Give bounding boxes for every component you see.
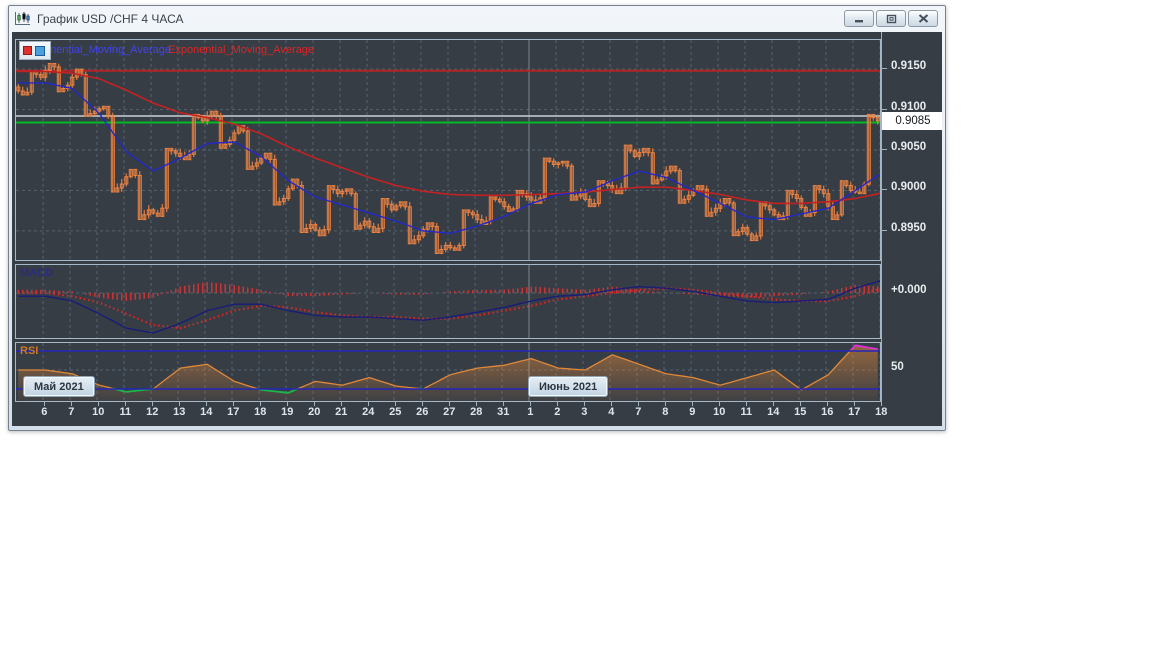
x-axis-label: 26 xyxy=(416,406,429,418)
x-axis-label: 17 xyxy=(848,406,861,418)
x-axis-label: 9 xyxy=(689,406,696,418)
x-axis-label: 21 xyxy=(335,406,348,418)
x-axis-label: 10 xyxy=(713,406,726,418)
price-axis-line xyxy=(881,32,882,403)
rsi-canvas[interactable] xyxy=(15,342,881,402)
x-axis-label: 12 xyxy=(146,406,159,418)
x-axis-label: 11 xyxy=(119,406,132,418)
x-axis-label: 15 xyxy=(794,406,807,418)
x-axis-label: 10 xyxy=(92,406,105,418)
month-label-june: Июнь 2021 xyxy=(528,376,609,397)
price-axis-tick xyxy=(882,109,887,110)
minimize-button[interactable] xyxy=(844,10,874,27)
price-label: 0.9050 xyxy=(891,141,927,153)
rsi-mid-label: 50 xyxy=(891,361,904,373)
x-axis-label: 28 xyxy=(470,406,483,418)
x-axis-label: 18 xyxy=(254,406,267,418)
window-minimize-icon xyxy=(855,20,863,23)
macd-panel-title: MACD xyxy=(20,267,53,279)
legend-ema-slow: Exponential_Moving_Average xyxy=(168,44,314,56)
x-axis-label: 27 xyxy=(443,406,456,418)
x-axis-label: 14 xyxy=(767,406,780,418)
x-axis-label: 7 xyxy=(68,406,75,418)
x-axis-label: 6 xyxy=(41,406,48,418)
macd-zero-label: +0.000 xyxy=(891,284,927,296)
price-chart-canvas[interactable] xyxy=(15,39,881,261)
price-axis-tick xyxy=(882,230,887,231)
x-axis-label: 31 xyxy=(497,406,510,418)
price-label: 0.9000 xyxy=(891,181,927,193)
x-axis-label: 20 xyxy=(308,406,321,418)
price-axis-tick xyxy=(882,189,887,190)
month-label-may: Май 2021 xyxy=(23,376,95,397)
x-axis-label: 13 xyxy=(173,406,186,418)
window-titlebar[interactable]: График USD /CHF 4 ЧАСА xyxy=(9,6,945,31)
x-axis-label: 8 xyxy=(662,406,669,418)
chart-client-area: Exponential_Moving_Average Exponential_M… xyxy=(12,32,942,426)
x-axis-label: 16 xyxy=(821,406,834,418)
window-restore-icon xyxy=(886,14,896,23)
window-controls xyxy=(844,10,940,27)
x-axis-label: 7 xyxy=(635,406,642,418)
x-axis-label: 4 xyxy=(608,406,615,418)
restore-button[interactable] xyxy=(876,10,906,27)
indicator-red-button[interactable] xyxy=(23,46,32,55)
x-axis-label: 25 xyxy=(389,406,402,418)
rsi-panel-title: RSI xyxy=(20,345,39,357)
indicator-blue-button[interactable] xyxy=(35,45,45,56)
price-label: 0.8950 xyxy=(891,222,927,234)
indicator-buttons-panel xyxy=(19,41,51,60)
x-axis-label: 17 xyxy=(227,406,240,418)
close-button[interactable] xyxy=(908,10,938,27)
candlestick-chart-icon xyxy=(15,12,30,25)
x-axis-label: 3 xyxy=(581,406,588,418)
price-axis-tick xyxy=(882,68,887,69)
x-axis-label: 2 xyxy=(554,406,561,418)
window-close-icon xyxy=(918,14,928,23)
x-axis-label: 14 xyxy=(200,406,213,418)
macd-canvas[interactable] xyxy=(15,264,881,339)
chart-window[interactable]: График USD /CHF 4 ЧАСА Exponential_Movin… xyxy=(8,5,946,431)
time-axis[interactable]: 6 7 10 11 12 13 14 17 18 19 20 21 24 25 26 27 28 31 1 2 3 4 7 8… xyxy=(15,402,887,424)
x-axis-label: 19 xyxy=(281,406,294,418)
current-price-label: 0.9085 xyxy=(882,112,942,130)
x-axis-label: 11 xyxy=(740,406,753,418)
price-axis-tick xyxy=(882,149,887,150)
x-axis-label: 1 xyxy=(527,406,534,418)
price-label: 0.9150 xyxy=(891,60,927,72)
x-axis-label: 18 xyxy=(875,406,888,418)
window-title: График USD /CHF 4 ЧАСА xyxy=(37,11,184,26)
x-axis-label: 24 xyxy=(362,406,375,418)
